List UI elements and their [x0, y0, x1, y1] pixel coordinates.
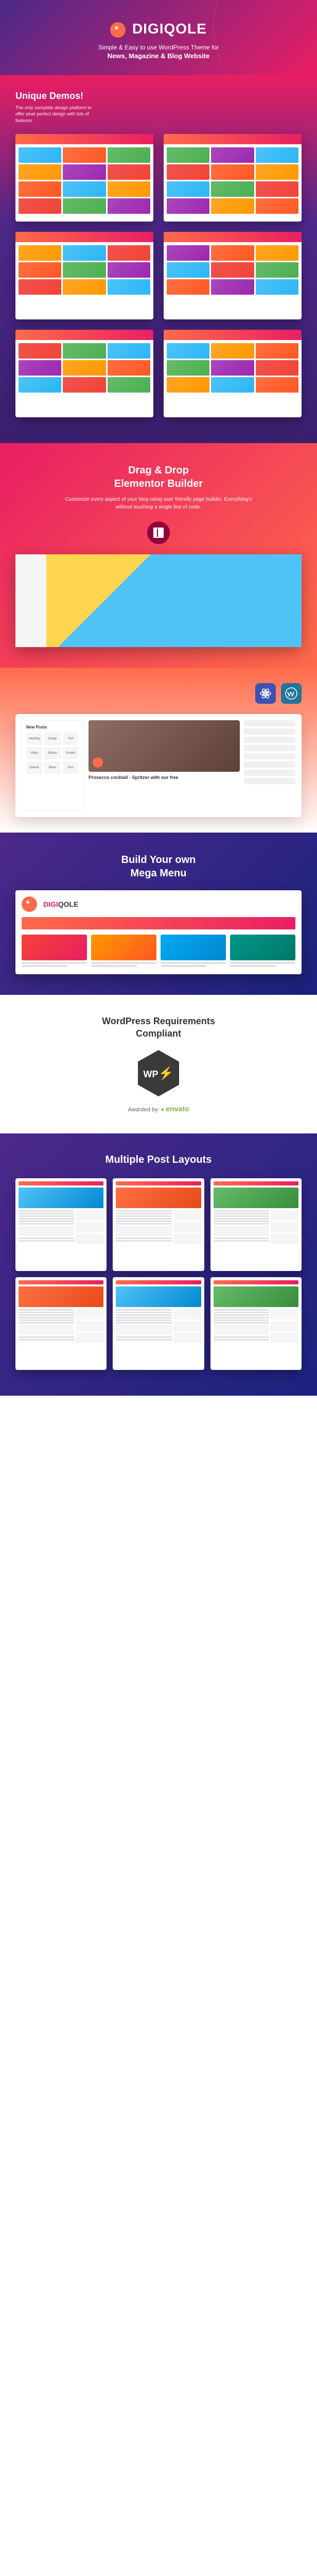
envato-leaf-icon: ● [161, 1107, 165, 1113]
demo-card[interactable] [15, 134, 153, 222]
megamenu-preview: DIGIQOLE [15, 890, 302, 974]
demo-card[interactable] [164, 232, 302, 319]
sidebar-preview [244, 720, 295, 811]
logo-icon [110, 22, 126, 38]
awarded-by: Awarded by: ● envato [15, 1105, 302, 1113]
layout-card[interactable] [15, 1277, 107, 1370]
wp-badge-icon: WP⚡ [138, 1050, 179, 1096]
wordpress-icon [281, 683, 302, 704]
menu-card[interactable] [161, 935, 226, 968]
elementor-preview [15, 554, 302, 647]
widget-item[interactable]: Text [63, 733, 79, 745]
react-icon [255, 683, 276, 704]
menu-card[interactable] [22, 935, 87, 968]
layout-card[interactable] [113, 1178, 204, 1271]
hero-target: News, Magazine & Blog Website [15, 52, 302, 60]
widget-panel: New Posts Heading Image Text Video Butto… [22, 720, 83, 811]
demo-grid [15, 134, 302, 417]
preview-brand: DIGIQOLE [43, 900, 78, 908]
demo-card[interactable] [15, 330, 153, 417]
newposts-section: New Posts Heading Image Text Video Butto… [0, 668, 317, 833]
layouts-grid [15, 1178, 302, 1370]
layout-card[interactable] [113, 1277, 204, 1370]
elementor-section: Drag & Drop Elementor Builder Customize … [0, 443, 317, 668]
menu-card[interactable] [91, 935, 156, 968]
widget-item[interactable]: Maps [44, 761, 60, 774]
demos-title: Unique Demos! [15, 91, 302, 101]
hero-tagline: Simple & Easy to use WordPress Theme for [15, 44, 302, 51]
logo-icon [22, 896, 37, 912]
wpreq-section: WordPress Requirements Compliant WP⚡ Awa… [0, 995, 317, 1133]
widget-item[interactable]: Video [26, 747, 42, 759]
widget-item[interactable]: Divider [63, 747, 79, 759]
layout-card[interactable] [210, 1178, 302, 1271]
widget-item[interactable]: Button [44, 747, 60, 759]
demo-card[interactable] [164, 330, 302, 417]
menu-card[interactable] [230, 935, 295, 968]
brand-name: DIGIQOLE [132, 21, 207, 37]
layouts-title: Multiple Post Layouts [15, 1154, 302, 1166]
megamenu-section: Build Your own Mega Menu DIGIQOLE [0, 833, 317, 995]
widget-item[interactable]: Image [44, 733, 60, 745]
layout-card[interactable] [15, 1178, 107, 1271]
layout-card[interactable] [210, 1277, 302, 1370]
article-image [89, 720, 240, 772]
wpreq-title: WordPress Requirements Compliant [15, 1015, 302, 1040]
demos-section: Unique Demos! The only complete design p… [0, 75, 317, 444]
elementor-title: Drag & Drop Elementor Builder [15, 464, 302, 490]
widget-item[interactable]: Heading [26, 733, 42, 745]
nav-bar [22, 917, 295, 929]
article-title: Prosecco cocktail - Spritzer with our fr… [89, 775, 240, 781]
demo-card[interactable] [15, 232, 153, 319]
demos-description: The only complete design platform to off… [15, 105, 93, 124]
megamenu-title: Build Your own Mega Menu [15, 853, 302, 880]
newposts-preview: New Posts Heading Image Text Video Butto… [15, 714, 302, 817]
widget-item[interactable]: Spacer [26, 761, 42, 774]
brand-logo: DIGIQOLE [15, 21, 302, 38]
hero-section: DIGIQOLE Simple & Easy to use WordPress … [0, 0, 317, 75]
demo-card[interactable] [164, 134, 302, 222]
elementor-description: Customize every aspect of your blog usin… [61, 496, 256, 511]
panel-title: New Posts [26, 725, 79, 730]
widget-item[interactable]: Icon [63, 761, 79, 774]
elementor-logo-icon [147, 521, 170, 544]
layouts-section: Multiple Post Layouts [0, 1133, 317, 1396]
article-preview: Prosecco cocktail - Spritzer with our fr… [89, 720, 240, 811]
